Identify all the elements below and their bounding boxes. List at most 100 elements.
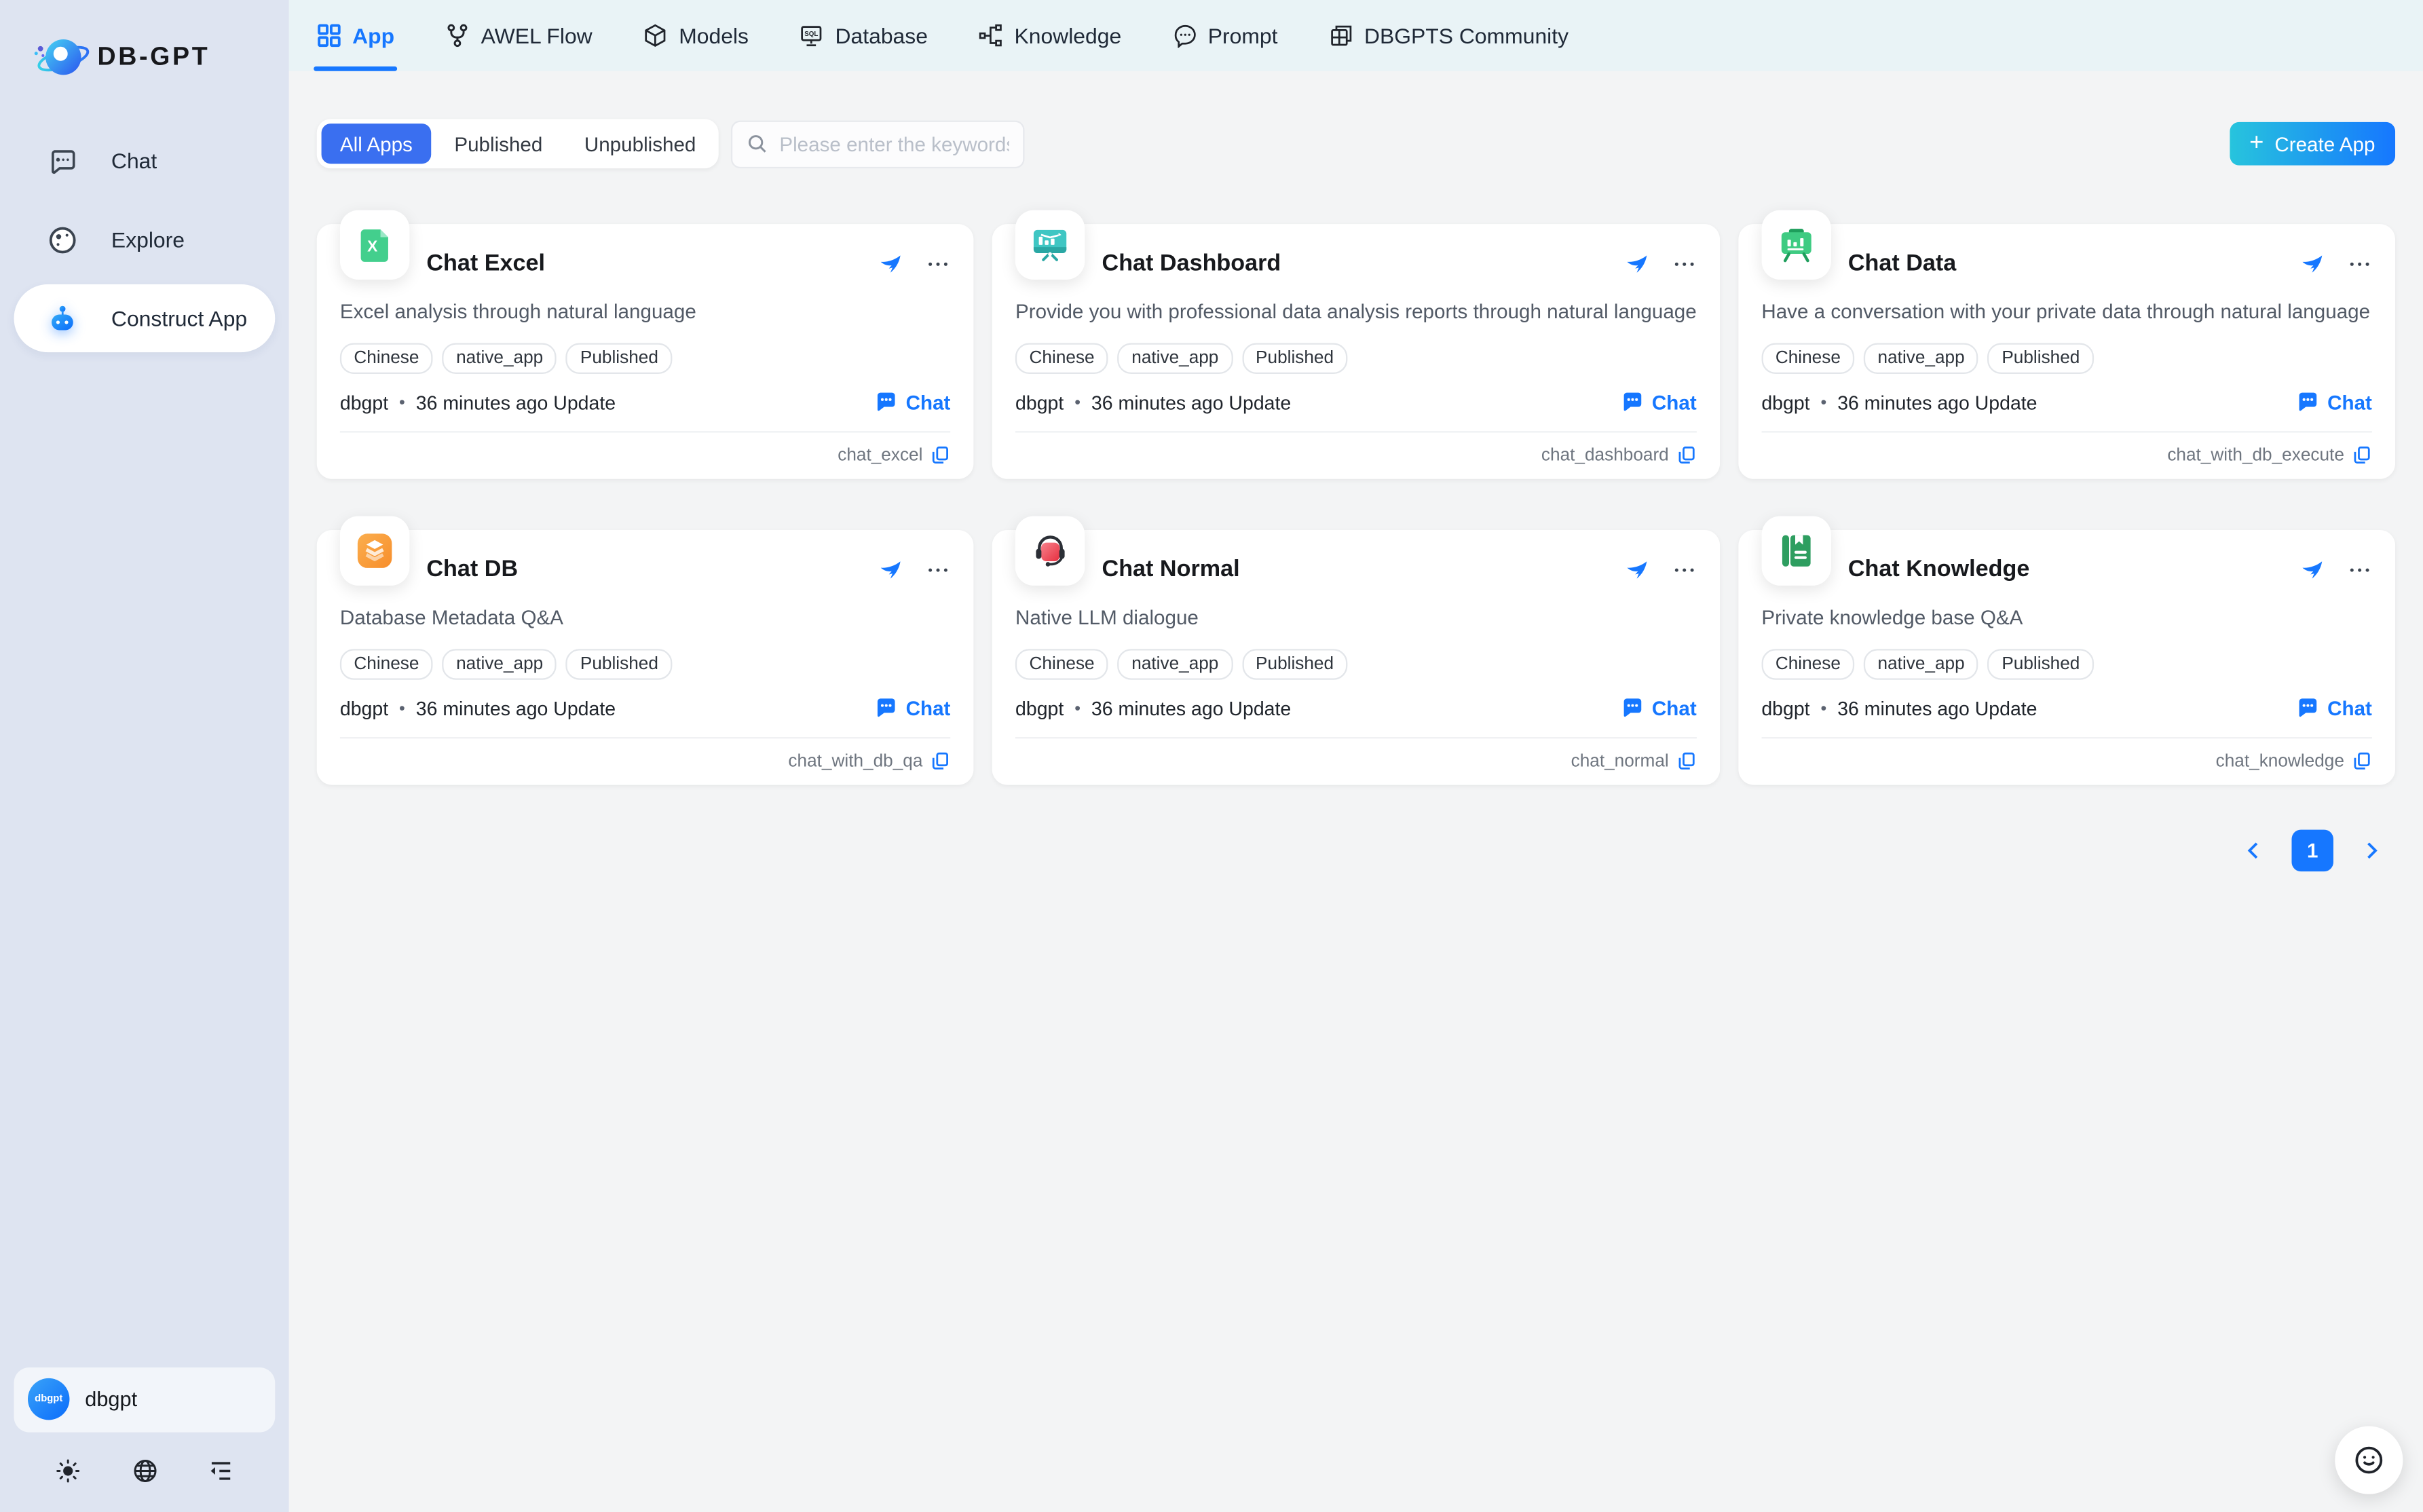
copy-icon[interactable]	[931, 751, 951, 772]
card-updated: 36 minutes ago Update	[1091, 392, 1291, 413]
next-page-icon[interactable]	[2361, 841, 2382, 861]
chat-button-label: Chat	[2327, 391, 2372, 414]
chat-button-label: Chat	[2327, 697, 2372, 720]
tag: Chinese	[1761, 649, 1854, 680]
tab-prompt[interactable]: Prompt	[1172, 0, 1277, 71]
tab-database[interactable]: SQL Database	[800, 0, 928, 71]
flow-branch-icon	[445, 23, 470, 48]
more-ellipsis-icon[interactable]	[2347, 557, 2371, 582]
content-area: All Apps Published Unpublished + Create …	[289, 71, 2423, 1512]
card-updated: 36 minutes ago Update	[1837, 392, 2037, 413]
tag: Chinese	[1015, 343, 1108, 374]
card-tags: Chinese native_app Published	[317, 629, 974, 680]
card-owner: dbgpt	[1761, 392, 1809, 413]
language-globe-icon[interactable]	[130, 1456, 158, 1484]
dingtalk-icon[interactable]	[1624, 557, 1649, 582]
card-code: chat_with_db_execute	[2167, 446, 2344, 464]
app-card-chat-knowledge[interactable]: Chat Knowledge Private knowledge base Q&…	[1738, 530, 2395, 785]
theme-sun-icon[interactable]	[54, 1456, 82, 1484]
tag: native_app	[443, 649, 557, 680]
tag: native_app	[1864, 649, 1978, 680]
planet-logo-icon	[31, 31, 93, 83]
dingtalk-icon[interactable]	[878, 557, 902, 582]
chat-button[interactable]: Chat	[875, 697, 950, 720]
chat-button[interactable]: Chat	[875, 391, 950, 414]
chat-button[interactable]: Chat	[1621, 697, 1696, 720]
chat-button[interactable]: Chat	[2297, 391, 2372, 414]
app-card-chat-db[interactable]: Chat DB Database Metadata Q&A Chines	[317, 530, 974, 785]
filter-all-apps[interactable]: All Apps	[322, 124, 432, 164]
avatar: dbgpt	[28, 1378, 69, 1420]
tag: native_app	[1118, 343, 1233, 374]
more-ellipsis-icon[interactable]	[926, 251, 950, 276]
chat-button[interactable]: Chat	[1621, 391, 1696, 414]
dingtalk-icon[interactable]	[878, 251, 902, 276]
explore-icon	[45, 223, 79, 257]
collapse-sidebar-icon[interactable]	[207, 1456, 235, 1484]
cube-icon	[643, 23, 668, 48]
dingtalk-icon[interactable]	[2299, 557, 2324, 582]
main-area: App AWEL Flow Models	[289, 0, 2423, 1512]
card-code: chat_dashboard	[1541, 446, 1669, 464]
bullet-separator: •	[399, 699, 405, 717]
copy-icon[interactable]	[1676, 445, 1697, 466]
tag: Published	[566, 343, 672, 374]
card-description: Excel analysis through natural language	[317, 277, 974, 323]
card-code: chat_knowledge	[2216, 752, 2344, 770]
card-owner: dbgpt	[340, 392, 388, 413]
tab-awel-flow[interactable]: AWEL Flow	[445, 0, 593, 71]
dingtalk-icon[interactable]	[2299, 251, 2324, 276]
excel-file-icon: X	[340, 210, 409, 280]
card-updated: 36 minutes ago Update	[416, 698, 616, 719]
app-card-chat-excel[interactable]: X Chat Excel	[317, 224, 974, 479]
tag: Published	[1988, 343, 2094, 374]
tab-app[interactable]: App	[317, 0, 394, 71]
copy-icon[interactable]	[2352, 445, 2372, 466]
card-owner: dbgpt	[1015, 698, 1064, 719]
bullet-separator: •	[1074, 393, 1081, 411]
card-owner: dbgpt	[1761, 698, 1809, 719]
card-tags: Chinese native_app Published	[1738, 629, 2395, 680]
card-code: chat_normal	[1571, 752, 1669, 770]
create-app-button[interactable]: + Create App	[2230, 122, 2396, 166]
more-ellipsis-icon[interactable]	[1672, 557, 1696, 582]
sidebar-item-construct-app[interactable]: Construct App	[14, 284, 275, 352]
more-ellipsis-icon[interactable]	[1672, 251, 1696, 276]
app-card-chat-dashboard[interactable]: Chat Dashboard Provide you with professi…	[992, 224, 1720, 479]
page-number[interactable]: 1	[2291, 830, 2333, 871]
tag: Published	[566, 649, 672, 680]
tag: native_app	[1118, 649, 1233, 680]
tab-knowledge[interactable]: Knowledge	[979, 0, 1121, 71]
app-card-chat-data[interactable]: Chat Data Have a conversation with your …	[1738, 224, 2395, 479]
card-tags: Chinese native_app Published	[992, 629, 1720, 680]
tab-label: Models	[679, 23, 749, 48]
headset-icon	[1015, 516, 1085, 585]
search-input[interactable]	[779, 132, 1009, 155]
sql-monitor-icon: SQL	[800, 23, 824, 48]
app-window: DB-GPT Chat	[0, 0, 2423, 1512]
toolbar: All Apps Published Unpublished + Create …	[317, 119, 2395, 168]
sidebar-footer-icons	[14, 1456, 275, 1496]
copy-icon[interactable]	[2352, 751, 2372, 772]
sidebar-item-explore[interactable]: Explore	[14, 206, 275, 273]
smiley-icon	[2352, 1443, 2386, 1477]
feedback-fab[interactable]	[2335, 1426, 2403, 1494]
brand-name: DB-GPT	[97, 43, 210, 72]
app-card-chat-normal[interactable]: Chat Normal Native LLM dialogue Chin	[992, 530, 1720, 785]
chat-button[interactable]: Chat	[2297, 697, 2372, 720]
more-ellipsis-icon[interactable]	[2347, 251, 2371, 276]
user-card[interactable]: dbgpt dbgpt	[14, 1367, 275, 1432]
card-title: Chat Excel	[426, 250, 545, 277]
tag: Chinese	[340, 343, 433, 374]
tag: Chinese	[340, 649, 433, 680]
previous-page-icon[interactable]	[2244, 841, 2264, 861]
filter-published[interactable]: Published	[436, 124, 561, 164]
copy-icon[interactable]	[931, 445, 951, 466]
sidebar-item-chat[interactable]: Chat	[14, 127, 275, 195]
filter-unpublished[interactable]: Unpublished	[566, 124, 715, 164]
dingtalk-icon[interactable]	[1624, 251, 1649, 276]
copy-icon[interactable]	[1676, 751, 1697, 772]
tab-models[interactable]: Models	[643, 0, 749, 71]
tab-dbgpts-community[interactable]: DBGPTS Community	[1329, 0, 1569, 71]
more-ellipsis-icon[interactable]	[926, 557, 950, 582]
